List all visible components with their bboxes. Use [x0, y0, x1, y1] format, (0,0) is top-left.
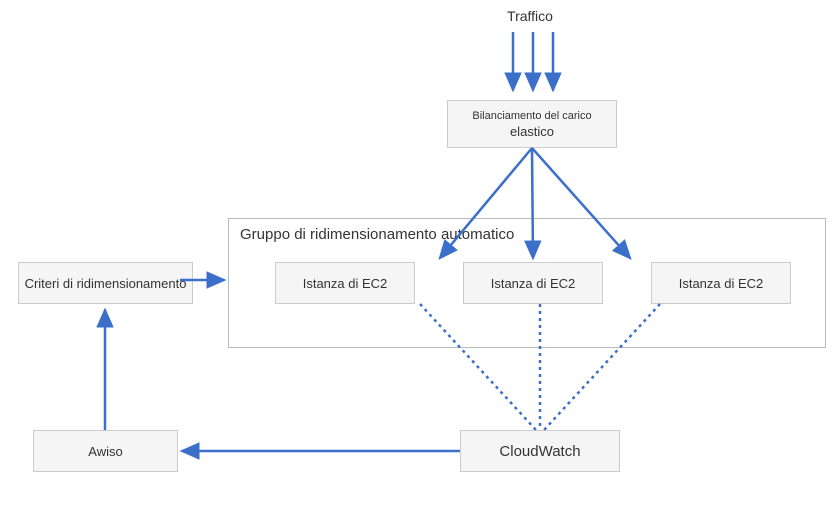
load-balancer-line1: Bilanciamento del carico — [472, 110, 591, 122]
load-balancer-line2: elastico — [510, 124, 554, 139]
scaling-policy-box: Criteri di ridimensionamento — [18, 262, 193, 304]
ec2-instance-1-label: Istanza di EC2 — [303, 276, 388, 291]
traffic-label: Traffico — [490, 8, 570, 24]
cloudwatch-box: CloudWatch — [460, 430, 620, 472]
ec2-instance-2-label: Istanza di EC2 — [491, 276, 576, 291]
ec2-instance-3-label: Istanza di EC2 — [679, 276, 764, 291]
ec2-instance-1: Istanza di EC2 — [275, 262, 415, 304]
ec2-instance-3: Istanza di EC2 — [651, 262, 791, 304]
load-balancer-box: Bilanciamento del carico elastico — [447, 100, 617, 148]
autoscaling-group-title: Gruppo di ridimensionamento automatico — [240, 226, 514, 243]
cloudwatch-label: CloudWatch — [499, 443, 580, 460]
alarm-label: Awiso — [88, 444, 122, 459]
scaling-policy-label: Criteri di ridimensionamento — [25, 276, 187, 291]
alarm-box: Awiso — [33, 430, 178, 472]
ec2-instance-2: Istanza di EC2 — [463, 262, 603, 304]
